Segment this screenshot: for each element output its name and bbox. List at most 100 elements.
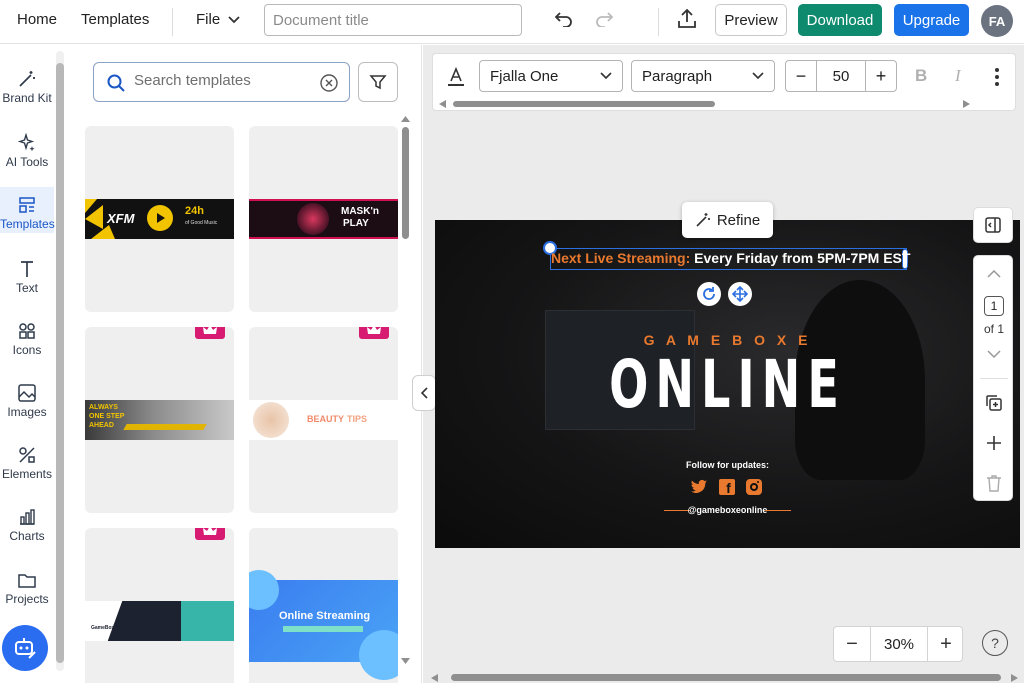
trash-icon[interactable] xyxy=(986,474,1002,492)
plus-icon: + xyxy=(940,632,952,655)
more-options-button[interactable] xyxy=(989,64,1005,90)
headline-text[interactable]: Next Live Streaming: Every Friday from 5… xyxy=(551,250,910,266)
rail-item-ai-tools[interactable]: AI Tools xyxy=(0,133,54,169)
headline-accent: Next Live Streaming: xyxy=(551,250,691,266)
rail-scrollbar[interactable] xyxy=(56,51,64,671)
zoom-in-button[interactable]: + xyxy=(928,627,964,661)
chevron-left-icon xyxy=(420,387,428,399)
facebook-icon[interactable]: f xyxy=(719,479,735,495)
move-icon xyxy=(732,286,748,302)
template-title-line2: PLAY xyxy=(343,218,369,229)
redo-button[interactable] xyxy=(593,8,615,30)
template-thumbnail: Online Streaming xyxy=(249,570,398,680)
template-title: MASK'n xyxy=(341,206,379,217)
template-card[interactable]: Online Streaming xyxy=(249,528,398,683)
crown-icon xyxy=(203,528,217,535)
canvas-scrollbar[interactable] xyxy=(431,673,1021,682)
clear-icon[interactable] xyxy=(320,74,338,92)
template-card[interactable]: ALWAYS ONE STEP AHEAD xyxy=(85,327,234,513)
template-card[interactable]: BEAUTY TIPS xyxy=(249,327,398,513)
chevron-down-icon[interactable] xyxy=(987,350,1001,358)
font-family-select[interactable]: Fjalla One xyxy=(479,60,623,92)
zoom-value[interactable]: 30% xyxy=(870,627,928,661)
rail-label: AI Tools xyxy=(5,155,49,169)
template-thumbnail: GameBox xyxy=(85,601,234,641)
font-size-increase-button[interactable]: + xyxy=(865,60,897,92)
rail-item-elements[interactable]: Elements xyxy=(0,445,54,481)
share-button[interactable] xyxy=(676,8,698,30)
scroll-down-icon[interactable] xyxy=(401,657,410,665)
refine-button[interactable]: Refine xyxy=(682,202,773,238)
file-menu-button[interactable]: File xyxy=(196,11,240,28)
template-card[interactable]: MASK'n PLAY xyxy=(249,126,398,312)
template-card[interactable]: XFM 24h of Good Music xyxy=(85,126,234,312)
rail-item-text[interactable]: Text xyxy=(0,259,54,295)
crown-icon xyxy=(367,327,381,334)
template-card[interactable]: GameBox xyxy=(85,528,234,683)
template-thumbnail: ALWAYS ONE STEP AHEAD xyxy=(85,400,234,440)
panel-scrollbar[interactable] xyxy=(400,115,410,675)
rail-label: Elements xyxy=(1,467,53,481)
search-input[interactable] xyxy=(134,72,304,89)
filter-button[interactable] xyxy=(358,62,398,102)
template-thumbnail: MASK'n PLAY xyxy=(249,199,398,239)
side-panel-toggle-button[interactable] xyxy=(973,207,1013,243)
preview-button[interactable]: Preview xyxy=(715,4,787,36)
text-icon xyxy=(21,261,33,277)
rail-item-projects[interactable]: Projects xyxy=(0,570,54,606)
italic-button[interactable]: I xyxy=(955,66,961,86)
bar-chart-icon xyxy=(20,509,35,525)
redo-icon xyxy=(596,12,613,27)
handle-text[interactable]: @gameboxeonline xyxy=(435,505,1020,515)
undo-button[interactable] xyxy=(553,8,575,30)
scroll-right-icon[interactable] xyxy=(963,100,970,108)
toolbar-scroll-thumb[interactable] xyxy=(453,101,715,107)
rail-item-icons[interactable]: Icons xyxy=(0,321,54,357)
rotate-button[interactable] xyxy=(697,282,721,306)
chevron-up-icon[interactable] xyxy=(987,270,1001,278)
font-size-decrease-button[interactable]: − xyxy=(785,60,817,92)
scroll-right-icon[interactable] xyxy=(1011,674,1018,682)
help-button[interactable]: ? xyxy=(982,630,1008,656)
current-page[interactable]: 1 xyxy=(984,296,1004,316)
design-canvas[interactable]: Next Live Streaming: Every Friday from 5… xyxy=(435,220,1020,548)
rail-item-images[interactable]: Images xyxy=(0,383,54,419)
duplicate-page-icon[interactable] xyxy=(985,394,1003,412)
toolbar-scrollbar[interactable] xyxy=(439,100,971,108)
templates-link[interactable]: Templates xyxy=(81,11,149,28)
zoom-out-button[interactable]: − xyxy=(834,627,870,661)
canvas-scroll-thumb[interactable] xyxy=(451,674,1001,681)
minus-icon: − xyxy=(795,65,807,86)
scroll-left-icon[interactable] xyxy=(439,100,446,108)
rail-item-templates[interactable]: Templates xyxy=(0,187,55,233)
selected-text-box[interactable]: Next Live Streaming: Every Friday from 5… xyxy=(543,241,910,270)
main-title[interactable]: ONLINE xyxy=(523,346,933,423)
rail-item-brand-kit[interactable]: Brand Kit xyxy=(0,69,54,105)
add-page-icon[interactable] xyxy=(986,435,1002,451)
ai-assistant-button[interactable] xyxy=(2,625,48,671)
avatar[interactable]: FA xyxy=(981,5,1013,37)
minus-icon: − xyxy=(846,632,858,655)
bold-button[interactable]: B xyxy=(915,66,927,86)
template-title: Online Streaming xyxy=(279,610,371,622)
scroll-left-icon[interactable] xyxy=(431,674,438,682)
panel-scroll-thumb[interactable] xyxy=(402,127,409,239)
rail-item-charts[interactable]: Charts xyxy=(0,507,54,543)
twitter-icon[interactable] xyxy=(690,478,708,496)
rail-scroll-thumb[interactable] xyxy=(56,63,64,663)
template-brand: GameBox xyxy=(91,625,115,631)
follow-text[interactable]: Follow for updates: xyxy=(435,460,1020,470)
text-style-select[interactable]: Paragraph xyxy=(631,60,775,92)
home-link[interactable]: Home xyxy=(17,11,57,28)
template-subtitle: of Good Music xyxy=(185,220,218,226)
instagram-icon[interactable] xyxy=(746,479,762,495)
upgrade-button[interactable]: Upgrade xyxy=(894,4,969,36)
shapes-icon xyxy=(19,323,35,339)
scroll-up-icon[interactable] xyxy=(401,115,410,123)
document-title-input[interactable] xyxy=(264,4,522,36)
font-size-input[interactable]: 50 xyxy=(817,60,865,92)
text-color-button[interactable] xyxy=(443,64,469,90)
collapse-panel-button[interactable] xyxy=(412,375,436,411)
move-button[interactable] xyxy=(728,282,752,306)
download-button[interactable]: Download xyxy=(798,4,882,36)
